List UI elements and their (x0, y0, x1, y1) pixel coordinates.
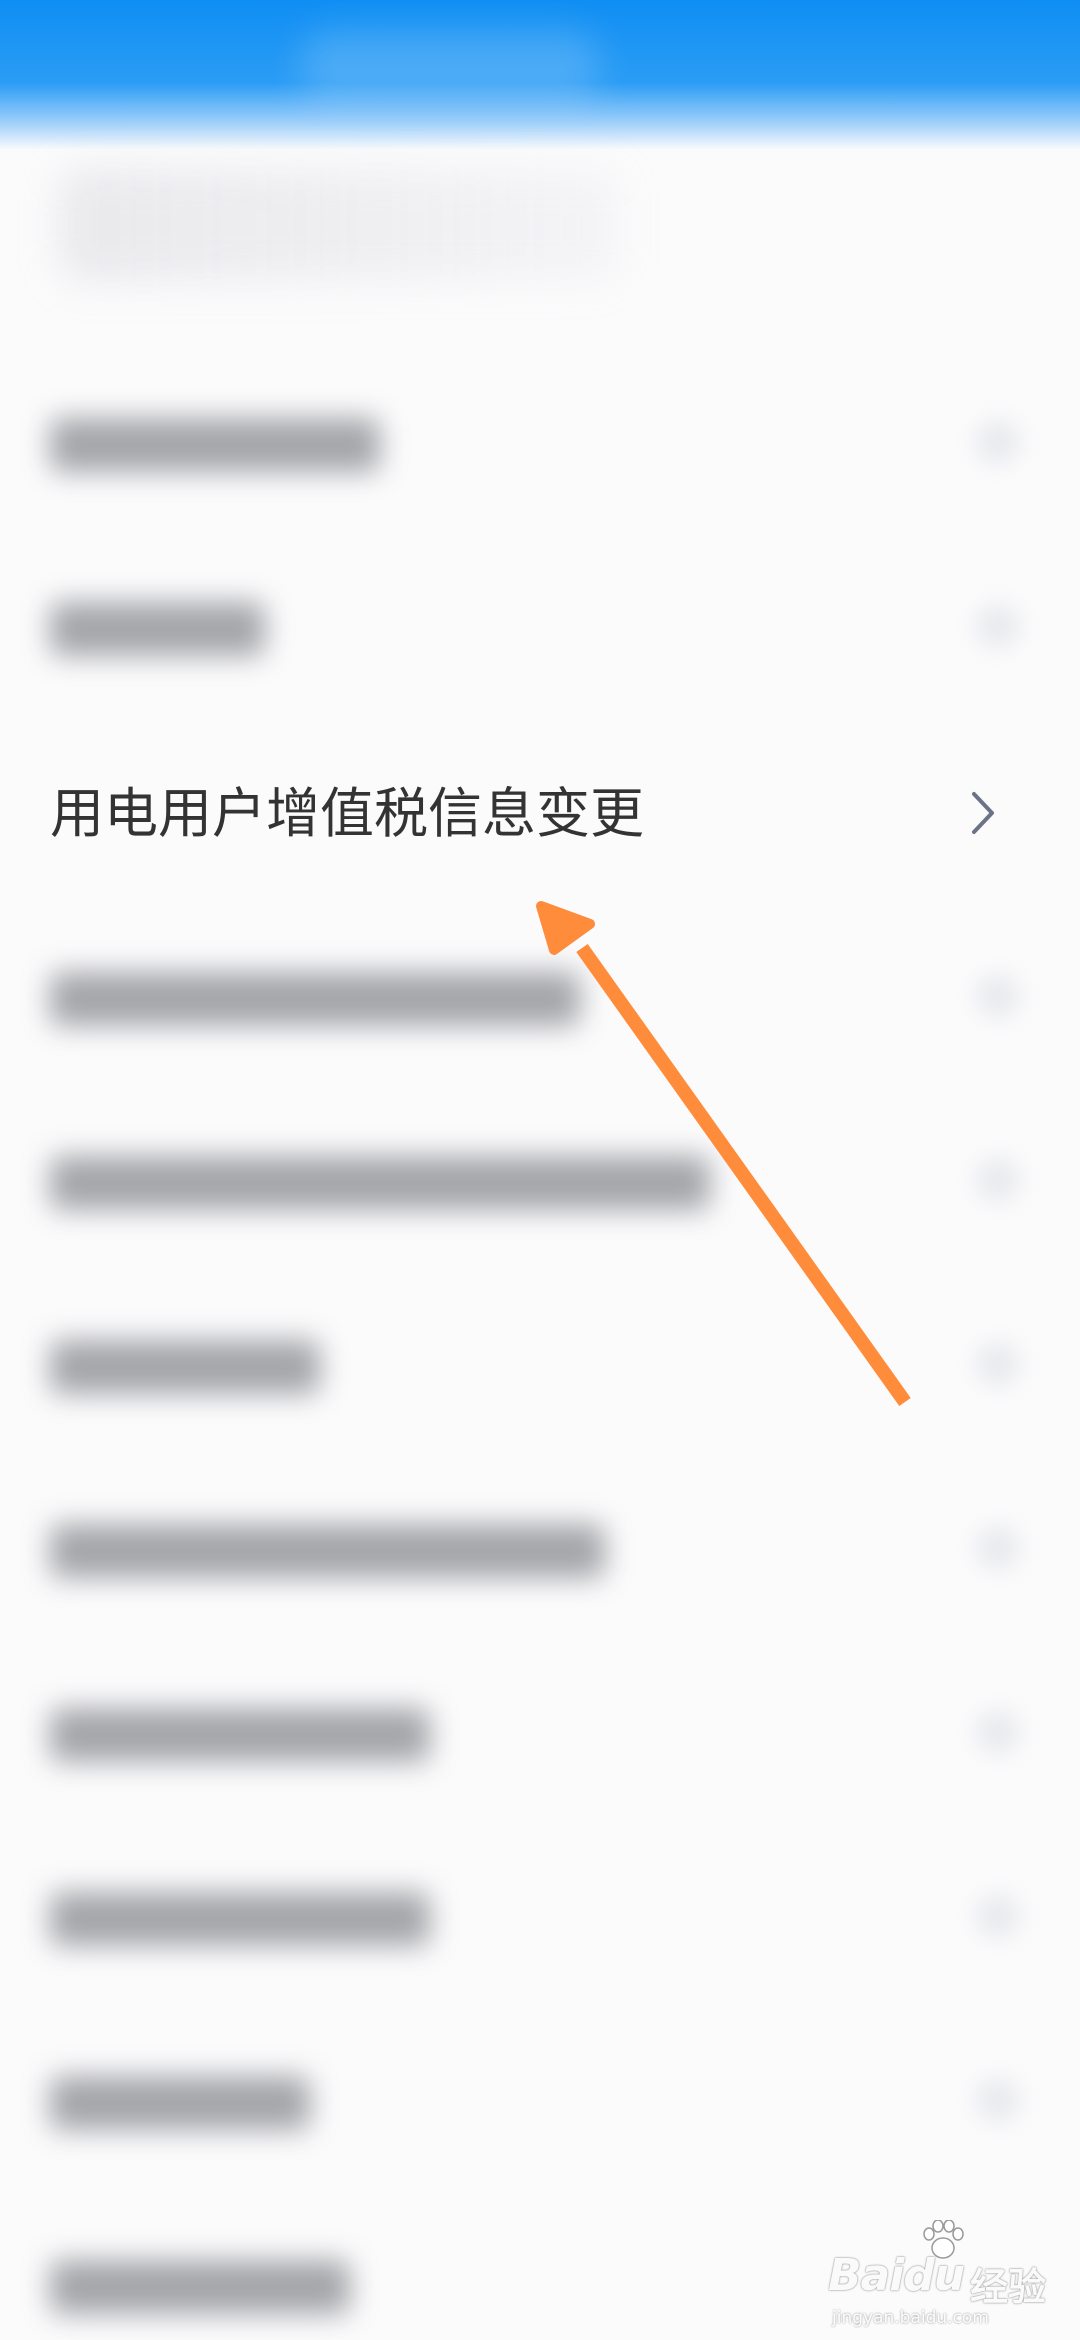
list-item-blurred[interactable] (0, 1274, 1080, 1458)
list-item-vat-info-change[interactable]: 用电用户增值税信息变更 (0, 722, 1080, 906)
blurred-label (50, 1340, 320, 1394)
chevron-right-icon (976, 2078, 1020, 2122)
chevron-right-icon (976, 974, 1020, 1018)
list-item-blurred[interactable] (0, 2010, 1080, 2194)
chevron-right-icon (976, 1894, 1020, 1938)
list-item-blurred[interactable] (0, 352, 1080, 536)
blurred-label (50, 418, 380, 472)
chevron-right-icon (976, 1710, 1020, 1754)
blurred-label (50, 1708, 430, 1762)
chevron-right-icon (976, 1342, 1020, 1386)
list-item-label: 用电用户增值税信息变更 (50, 782, 644, 845)
chevron-right-icon (976, 604, 1020, 648)
chevron-right-icon (976, 420, 1020, 464)
blurred-label (50, 2076, 310, 2130)
blurred-label (50, 602, 265, 656)
blurred-label (50, 1156, 710, 1210)
blurred-label (50, 1892, 430, 1946)
screen: 用电用户增值税信息变更 Baidu 经验 jingyan.baidu.com (0, 0, 1080, 2340)
list-item-blurred[interactable] (0, 906, 1080, 1090)
list-item-blurred[interactable] (0, 536, 1080, 720)
blurred-label (50, 2260, 350, 2314)
watermark-url: jingyan.baidu.com (832, 2308, 989, 2328)
watermark-brand: Baidu (828, 2250, 965, 2301)
chevron-right-icon (972, 792, 994, 834)
list-item-blurred[interactable] (0, 1090, 1080, 1274)
menu-list: 用电用户增值税信息变更 (0, 0, 1080, 2340)
list-item-blurred[interactable] (0, 1458, 1080, 1642)
chevron-right-icon (976, 1158, 1020, 1202)
list-item-blurred[interactable] (0, 1826, 1080, 2010)
list-item-blurred[interactable] (0, 1642, 1080, 1826)
baidu-jingyan-watermark: Baidu 经验 jingyan.baidu.com (820, 2220, 1070, 2330)
watermark-cn: 经验 (970, 2265, 1047, 2309)
blurred-label (50, 1524, 605, 1578)
chevron-right-icon (976, 1526, 1020, 1570)
blurred-label (50, 972, 580, 1026)
